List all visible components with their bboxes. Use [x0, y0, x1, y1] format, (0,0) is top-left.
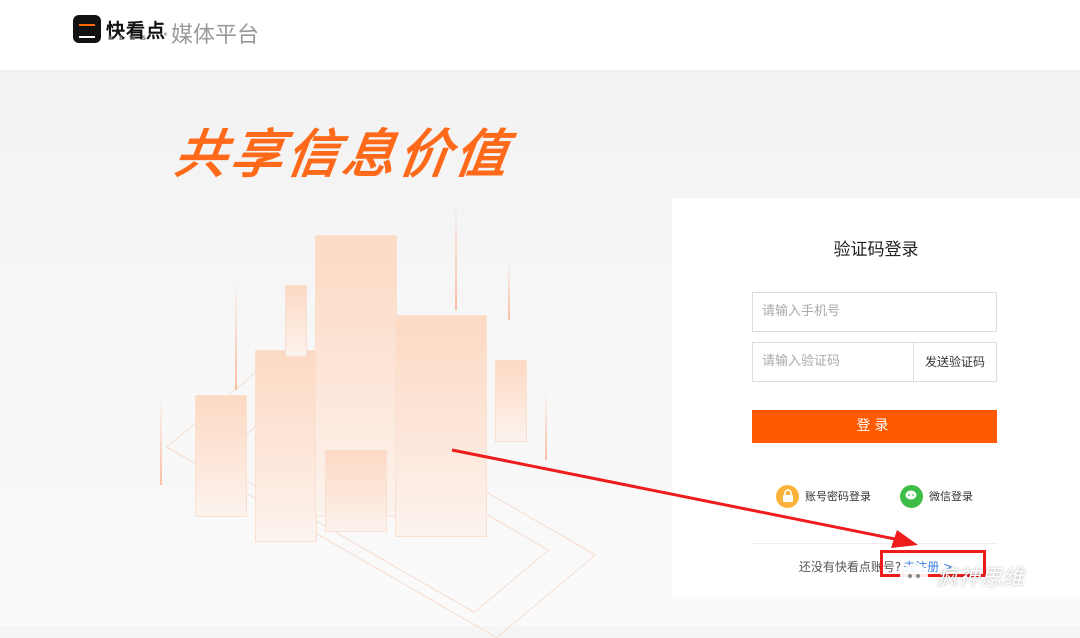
- wechat-chat-icon: [900, 565, 928, 587]
- watermark-text: 疯神思维: [936, 566, 1025, 591]
- annotation-arrow: [451, 448, 918, 548]
- watermark: 疯神思维: [900, 560, 1024, 592]
